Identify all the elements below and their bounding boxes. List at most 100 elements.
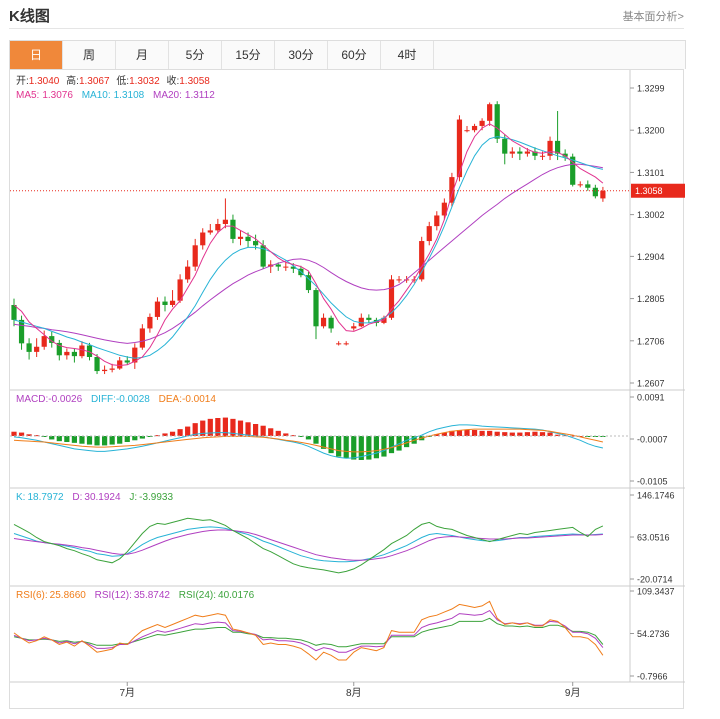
rsi-info: RSI(6): 25.8660 RSI(12): 35.8742 RSI(24): 4…	[16, 590, 255, 601]
macd-bar	[71, 436, 77, 443]
candle-body	[426, 226, 432, 242]
candle-body	[185, 266, 191, 280]
macd-bar	[388, 436, 395, 454]
candle-body	[320, 317, 327, 327]
candle-body	[283, 266, 289, 268]
rsi-axis-tick-label: 54.2736	[637, 629, 670, 639]
macd-bar	[471, 430, 478, 436]
info-line-1: 开:1.3040 高:1.3067 低:1.3032 收:1.3058	[16, 74, 210, 87]
kline-chart-container[interactable]: 开:1.3040 高:1.3067 低:1.3032 收:1.3058 MA5:…	[9, 69, 685, 710]
price-axis-tick-label: 1.2706	[637, 336, 665, 346]
tab-5min[interactable]: 5分	[169, 41, 222, 69]
tab-day[interactable]: 日	[10, 41, 63, 69]
macd-bar	[547, 432, 553, 436]
macd-bar	[532, 431, 538, 436]
candle-body	[351, 326, 357, 329]
kline-chart[interactable]: 开:1.3040 高:1.3067 低:1.3032 收:1.3058 MA5:…	[10, 70, 685, 710]
axis-layer: 1.3299 1.3200 1.3101 1.3002 1.2904 1.2805 1.27…	[10, 84, 685, 699]
tab-60min[interactable]: 60分	[328, 41, 381, 69]
tab-week[interactable]: 周	[63, 41, 116, 69]
candle-body	[169, 300, 176, 305]
candle-body	[479, 120, 485, 126]
macd-bar	[275, 430, 281, 436]
macd-bar	[351, 436, 357, 460]
candle-body	[592, 187, 598, 197]
period-tabs: 日 周 月 5分 15分 30分 60分 4时	[9, 40, 686, 69]
price-axis-tick-label: 1.3200	[637, 126, 665, 136]
candle-body	[79, 345, 85, 357]
tab-30min[interactable]: 30分	[275, 41, 328, 69]
x-axis-tick-label: 8月	[346, 687, 362, 699]
kdj-axis-tick-label: -20.0714	[637, 575, 673, 585]
candle-body	[419, 241, 425, 280]
j-line	[13, 517, 604, 574]
macd-bar	[86, 436, 93, 445]
k-line	[13, 526, 603, 563]
candle-body	[471, 125, 478, 131]
macd-bar	[517, 432, 523, 436]
x-axis-tick-label: 9月	[565, 687, 581, 699]
candle-body	[502, 138, 508, 154]
candle-body	[117, 360, 123, 369]
candle-body	[109, 368, 115, 370]
macd-bar	[132, 436, 138, 441]
current-price-label: 1.3058	[635, 186, 663, 196]
candle-body	[18, 319, 25, 344]
macd-bar	[102, 436, 108, 446]
kdj-axis-tick-label: 146.1746	[637, 491, 675, 501]
candle-body	[366, 317, 372, 320]
info-line-2: MA5: 1.3076 MA10: 1.3108 MA20: 1.3112	[16, 90, 215, 101]
macd-bar	[117, 436, 123, 444]
tab-month[interactable]: 月	[116, 41, 169, 69]
candle-body	[275, 264, 281, 267]
candle-body	[124, 360, 130, 363]
macd-info: MACD:-0.0026 DIFF:-0.0028 DEA:-0.0014	[16, 394, 216, 405]
tab-4hour[interactable]: 4时	[381, 41, 434, 69]
candle-body	[585, 184, 591, 188]
macd-bar	[268, 428, 274, 436]
macd-bar	[328, 436, 334, 454]
macd-bar	[79, 436, 85, 444]
divider	[9, 28, 684, 29]
macd-bar	[253, 424, 259, 436]
page-title: K线图	[9, 8, 50, 25]
macd-bar	[487, 430, 493, 436]
candle-body	[539, 155, 546, 157]
macd-axis-tick-label: -0.0007	[637, 435, 668, 445]
macd-bar	[49, 436, 55, 440]
candle-body	[64, 351, 70, 356]
macd-bar	[260, 425, 266, 436]
price-axis-tick-label: 1.3002	[637, 210, 665, 220]
candle-body	[600, 190, 606, 199]
price-axis-tick-label: 1.3101	[637, 168, 665, 178]
tab-15min[interactable]: 15分	[222, 41, 275, 69]
macd-bar	[313, 436, 319, 444]
candle-body	[215, 223, 221, 231]
ma5-line	[13, 123, 604, 367]
candle-body	[102, 369, 108, 372]
macd-bar	[305, 436, 312, 440]
price-axis-tick-label: 1.2805	[637, 294, 665, 304]
kdj-info: K: 18.7972 D: 30.1924 J: -3.9933	[16, 492, 173, 503]
candle-body	[464, 130, 470, 132]
price-axis-tick-label: 1.3299	[637, 84, 665, 94]
macd-axis-tick-label: 0.0091	[637, 393, 665, 403]
macd-bar	[479, 430, 485, 436]
macd-axis-tick-label: -0.0105	[637, 477, 668, 487]
candle-body	[336, 343, 342, 345]
candle-body	[494, 104, 500, 139]
candle-body	[11, 304, 17, 320]
macd-bar	[502, 432, 508, 436]
candle-body	[200, 232, 206, 246]
candle-body	[253, 241, 259, 246]
rsi-axis-tick-label: 109.3437	[637, 587, 675, 597]
candle-body	[396, 279, 402, 281]
macd-bar	[336, 436, 342, 457]
candle-body	[192, 245, 198, 267]
candle-body	[207, 230, 213, 233]
candle-body	[237, 236, 244, 239]
macd-bar	[94, 436, 100, 446]
candle-body	[154, 301, 161, 317]
candle-body	[343, 343, 349, 345]
fundamental-analysis-link[interactable]: 基本面分析>	[623, 8, 684, 24]
